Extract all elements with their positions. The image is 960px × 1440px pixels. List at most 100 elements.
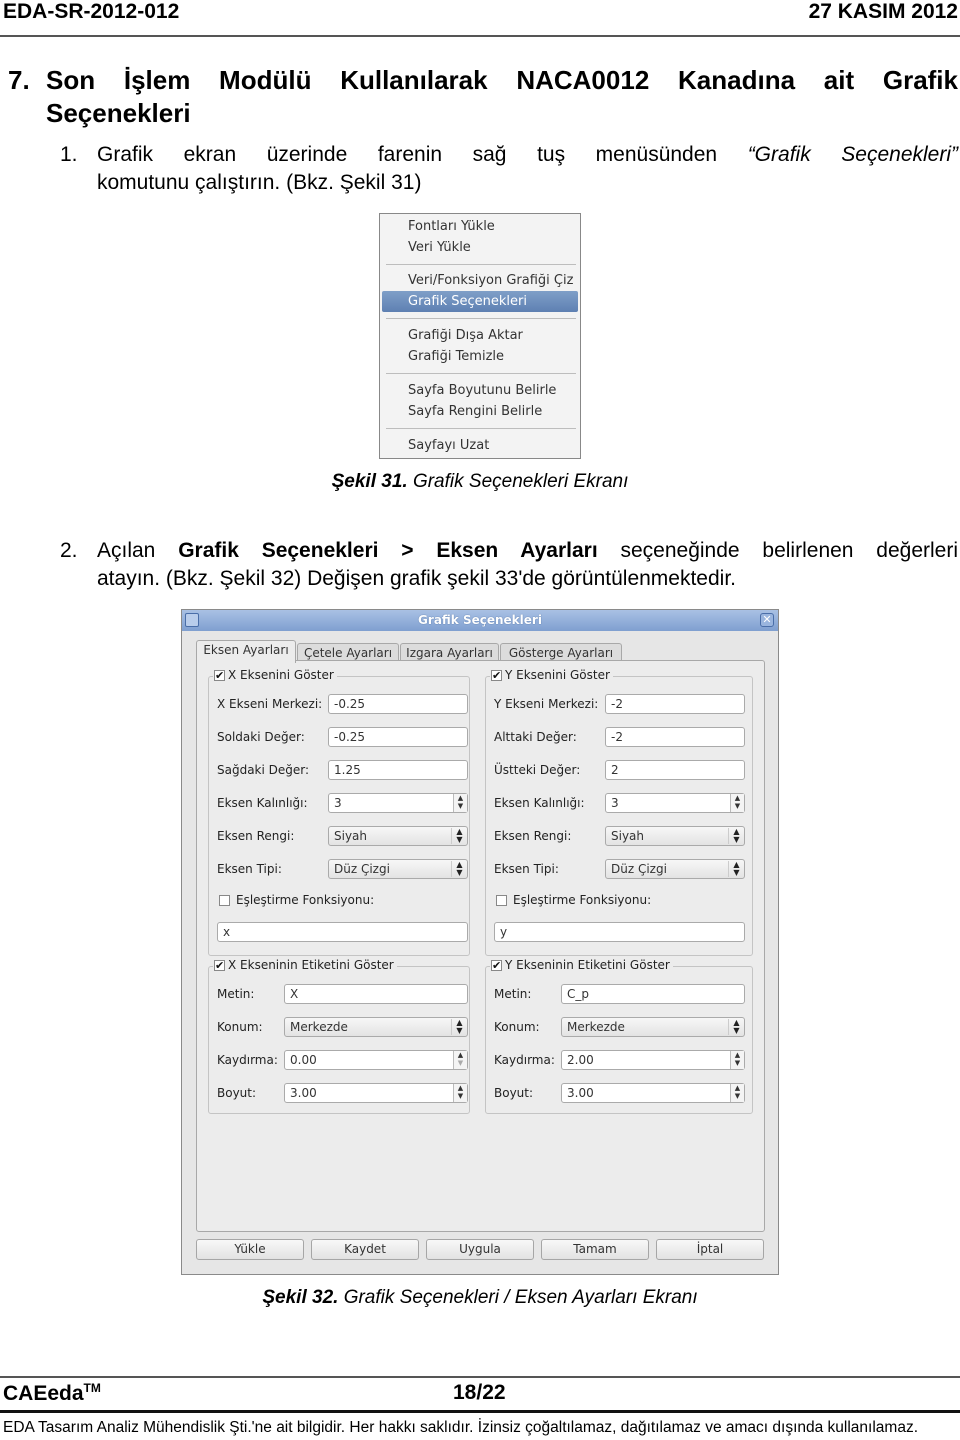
menu-item-load-data[interactable]: Veri Yükle — [408, 240, 471, 255]
menu-item-extend-page[interactable]: Sayfayı Uzat — [408, 438, 489, 453]
trademark: TM — [83, 1381, 101, 1395]
x-center-input[interactable]: -0.25 — [328, 694, 468, 714]
spin-value: 2.00 — [567, 1053, 594, 1067]
cancel-button[interactable]: İptal — [656, 1239, 764, 1260]
select-value: Düz Çizgi — [334, 862, 390, 876]
menu-item-load-fonts[interactable]: Fontları Yükle — [408, 219, 495, 234]
y-label-position-select[interactable]: Merkezde ▲ ▼ — [561, 1017, 745, 1037]
section-number: 7. — [8, 65, 30, 95]
x-thickness-label: Eksen Kalınlığı: — [217, 796, 308, 810]
figure-label: Şekil 32. — [262, 1287, 339, 1308]
section-title-line2: Seçenekleri — [46, 98, 191, 128]
show-x-label-checkbox[interactable]: ✔ — [214, 959, 225, 971]
x-label-offset-label: Kaydırma: — [217, 1053, 278, 1067]
y-max-input[interactable]: 2 — [605, 760, 745, 780]
spin-value: 3.00 — [290, 1086, 317, 1100]
x-label-offset-spinbox[interactable]: 0.00 ▲ ▼ — [284, 1050, 468, 1070]
menu-separator — [386, 428, 576, 429]
group-title-text: Y Ekseninin Etiketini Göster — [505, 958, 670, 972]
menu-item-graph-options[interactable]: Grafik Seçenekleri — [408, 294, 527, 309]
x-label-size-label: Boyut: — [217, 1086, 257, 1100]
brand-name: CAEeda — [3, 1382, 84, 1405]
updown-chevron-icon: ▲ ▼ — [451, 828, 467, 844]
graph-options-dialog: Grafik Seçenekleri ✕ Eksen Ayarları Çete… — [181, 609, 779, 1275]
step-2: 2. Açılan Grafik Seçenekleri > Eksen Aya… — [60, 537, 958, 593]
y-mapping-label: Eşleştirme Fonksiyonu: — [513, 893, 652, 907]
x-label-text-input[interactable]: X — [284, 984, 468, 1004]
load-button[interactable]: Yükle — [196, 1239, 304, 1260]
x-max-input[interactable]: 1.25 — [328, 760, 468, 780]
y-label-text-label: Metin: — [494, 987, 532, 1001]
x-label-size-spinbox[interactable]: 3.00 ▲ ▼ — [284, 1083, 468, 1103]
ok-button[interactable]: Tamam — [541, 1239, 649, 1260]
x-label-position-select[interactable]: Merkezde ▲ ▼ — [284, 1017, 468, 1037]
y-min-input[interactable]: -2 — [605, 727, 745, 747]
figure-31-caption: Şekil 31. Grafik Seçenekleri Ekranı — [0, 471, 960, 493]
document-date: 27 KASIM 2012 — [808, 0, 958, 23]
x-axis-group: ✔ X Eksenini Göster X Ekseni Merkezi: -0… — [208, 668, 470, 956]
x-mapping-checkbox[interactable] — [219, 894, 230, 906]
show-y-label-checkbox[interactable]: ✔ — [491, 959, 502, 971]
menu-separator — [386, 318, 576, 319]
footer-divider — [0, 1376, 960, 1378]
group-title-text: X Eksenini Göster — [228, 668, 334, 682]
x-color-select[interactable]: Siyah ▲ ▼ — [328, 826, 468, 846]
step-text-line1: Grafik ekran üzerinde farenin sağ tuş me… — [97, 141, 958, 169]
y-label-size-label: Boyut: — [494, 1086, 534, 1100]
spin-value: 0.00 — [290, 1053, 317, 1067]
x-thickness-spinbox[interactable]: 3 ▲ ▼ — [328, 793, 468, 813]
x-mapping-input[interactable]: x — [217, 922, 468, 942]
show-y-axis-checkbox[interactable]: ✔ — [491, 669, 502, 681]
menu-item-page-size[interactable]: Sayfa Boyutunu Belirle — [408, 383, 556, 398]
x-max-label: Sağdaki Değer: — [217, 763, 310, 777]
menu-item-export-graph[interactable]: Grafiği Dışa Aktar — [408, 328, 523, 343]
apply-button[interactable]: Uygula — [426, 1239, 534, 1260]
step-emphasis: “Grafik Seçenekleri” — [747, 143, 958, 166]
y-type-select[interactable]: Düz Çizgi ▲ ▼ — [605, 859, 745, 879]
dialog-titlebar[interactable]: Grafik Seçenekleri ✕ — [182, 610, 778, 631]
updown-chevron-icon: ▲ ▼ — [451, 861, 467, 877]
y-thickness-spinbox[interactable]: 3 ▲ ▼ — [605, 793, 745, 813]
group-title-text: X Ekseninin Etiketini Göster — [228, 958, 394, 972]
menu-item-plot-function[interactable]: Veri/Fonksiyon Grafiği Çiz — [408, 273, 573, 288]
x-mapping-label: Eşleştirme Fonksiyonu: — [236, 893, 375, 907]
x-color-label: Eksen Rengi: — [217, 829, 295, 843]
y-type-label: Eksen Tipi: — [494, 862, 559, 876]
y-color-select[interactable]: Siyah ▲ ▼ — [605, 826, 745, 846]
y-color-label: Eksen Rengi: — [494, 829, 572, 843]
select-value: Düz Çizgi — [611, 862, 667, 876]
show-x-axis-checkbox[interactable]: ✔ — [214, 669, 225, 681]
select-value: Siyah — [334, 829, 368, 843]
x-mapping-row: Eşleştirme Fonksiyonu: — [219, 893, 374, 907]
spin-arrows-icon[interactable]: ▲ ▼ — [730, 794, 744, 812]
menu-item-clear-graph[interactable]: Grafiği Temizle — [408, 349, 504, 364]
tab-axis-settings[interactable]: Eksen Ayarları — [196, 640, 296, 663]
y-label-offset-spinbox[interactable]: 2.00 ▲ ▼ — [561, 1050, 745, 1070]
header-divider — [0, 35, 960, 37]
spin-arrows-icon[interactable]: ▲ ▼ — [730, 1084, 744, 1102]
y-mapping-input[interactable]: y — [494, 922, 745, 942]
figure-32-caption: Şekil 32. Grafik Seçenekleri / Eksen Aya… — [0, 1287, 960, 1309]
y-label-text-input[interactable]: C_p — [561, 984, 745, 1004]
x-min-input[interactable]: -0.25 — [328, 727, 468, 747]
close-icon[interactable]: ✕ — [760, 613, 774, 627]
x-type-select[interactable]: Düz Çizgi ▲ ▼ — [328, 859, 468, 879]
step-text-line1: Açılan Grafik Seçenekleri > Eksen Ayarla… — [97, 537, 958, 565]
menu-separator — [386, 264, 576, 265]
spin-arrows-icon[interactable]: ▲ ▼ — [453, 1051, 467, 1069]
spin-arrows-icon[interactable]: ▲ ▼ — [453, 794, 467, 812]
step-text: Grafik ekran üzerinde farenin sağ tuş me… — [97, 143, 748, 166]
spin-arrows-icon[interactable]: ▲ ▼ — [453, 1084, 467, 1102]
y-label-position-label: Konum: — [494, 1020, 540, 1034]
section-title-line1: Son İşlem Modülü Kullanılarak NACA0012 K… — [46, 65, 958, 95]
y-mapping-checkbox[interactable] — [496, 894, 507, 906]
y-label-size-spinbox[interactable]: 3.00 ▲ ▼ — [561, 1083, 745, 1103]
y-center-input[interactable]: -2 — [605, 694, 745, 714]
spin-value: 3 — [334, 796, 342, 810]
updown-chevron-icon: ▲ ▼ — [728, 1019, 744, 1035]
x-label-position-label: Konum: — [217, 1020, 263, 1034]
spin-arrows-icon[interactable]: ▲ ▼ — [730, 1051, 744, 1069]
save-button[interactable]: Kaydet — [311, 1239, 419, 1260]
x-label-group-title: ✔ X Ekseninin Etiketini Göster — [213, 958, 397, 972]
menu-item-page-color[interactable]: Sayfa Rengini Belirle — [408, 404, 542, 419]
